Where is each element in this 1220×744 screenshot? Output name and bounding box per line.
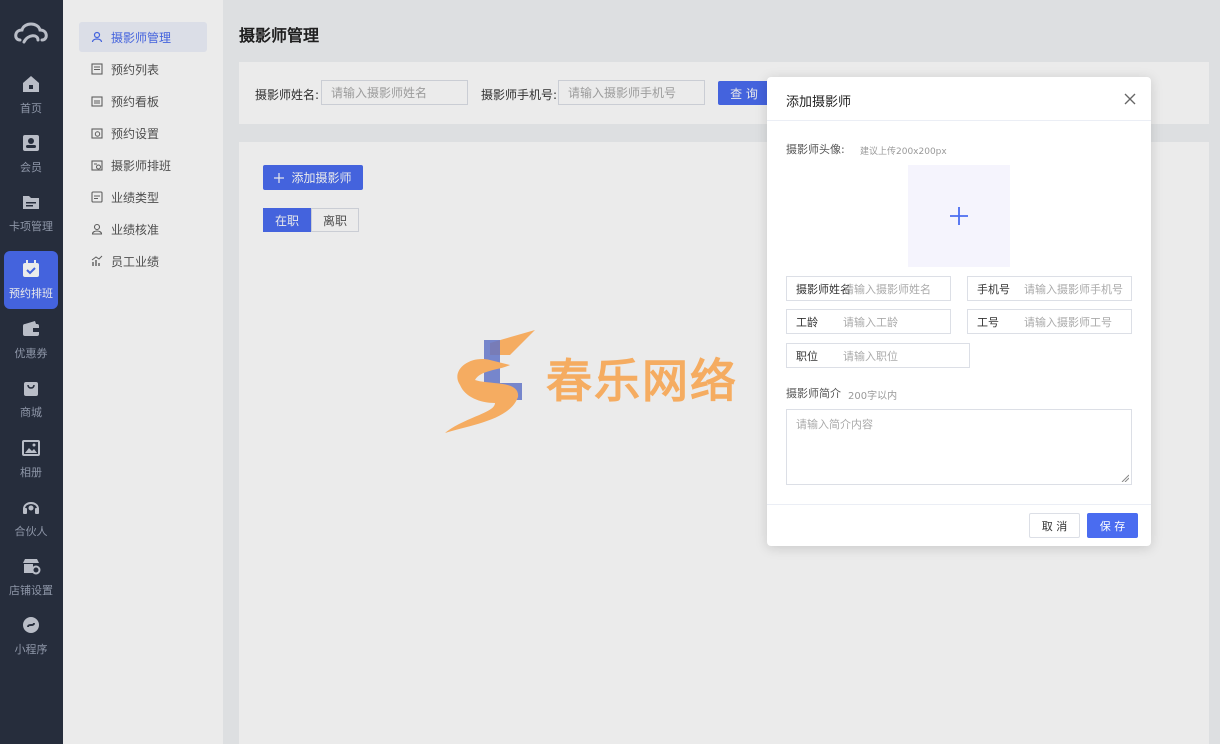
field-label: 工龄 [796, 315, 818, 329]
field-placeholder: 请输入职位 [843, 349, 898, 363]
field-placeholder: 请输入摄影师工号 [1024, 315, 1112, 329]
field-placeholder: 请输入摄影师手机号 [1024, 282, 1123, 296]
watermark-logo: 春乐网络 [440, 325, 780, 435]
field-placeholder: 请输入工龄 [843, 315, 898, 329]
seniority-field[interactable]: 工龄 请输入工龄 [786, 309, 951, 334]
modal-title: 添加摄影师 [786, 95, 852, 110]
field-label: 手机号 [977, 282, 1010, 296]
plus-icon [950, 207, 968, 225]
modal-header: 添加摄影师 [767, 77, 1151, 121]
add-photographer-modal: 添加摄影师 摄影师头像: 建议上传200x200px 摄影师姓名 请输入摄影师姓… [767, 77, 1151, 546]
field-label: 工号 [977, 315, 999, 329]
cancel-button[interactable]: 取 消 [1029, 513, 1080, 538]
intro-label: 摄影师简介 [786, 387, 841, 400]
field-label: 职位 [796, 349, 818, 363]
phone-field[interactable]: 手机号 请输入摄影师手机号 [967, 276, 1132, 301]
textarea-placeholder: 请输入简介内容 [796, 418, 873, 431]
intro-hint: 200字以内 [848, 391, 898, 402]
resize-grip-icon[interactable] [1121, 474, 1129, 482]
close-icon[interactable] [1123, 92, 1137, 106]
watermark-text: 春乐网络 [546, 354, 738, 408]
modal-footer: 取 消 保 存 [767, 504, 1151, 546]
position-field[interactable]: 职位 请输入职位 [786, 343, 970, 368]
watermark-emblem-icon [445, 330, 535, 433]
photographer-name-field[interactable]: 摄影师姓名 请输入摄影师姓名 [786, 276, 951, 301]
avatar-label: 摄影师头像: [786, 143, 845, 156]
employee-number-field[interactable]: 工号 请输入摄影师工号 [967, 309, 1132, 334]
intro-textarea[interactable]: 请输入简介内容 [786, 409, 1132, 485]
field-label: 摄影师姓名 [796, 282, 851, 296]
avatar-upload-box[interactable] [908, 165, 1010, 267]
save-button[interactable]: 保 存 [1087, 513, 1138, 538]
field-placeholder: 请输入摄影师姓名 [843, 282, 931, 296]
avatar-hint: 建议上传200x200px [860, 147, 947, 157]
